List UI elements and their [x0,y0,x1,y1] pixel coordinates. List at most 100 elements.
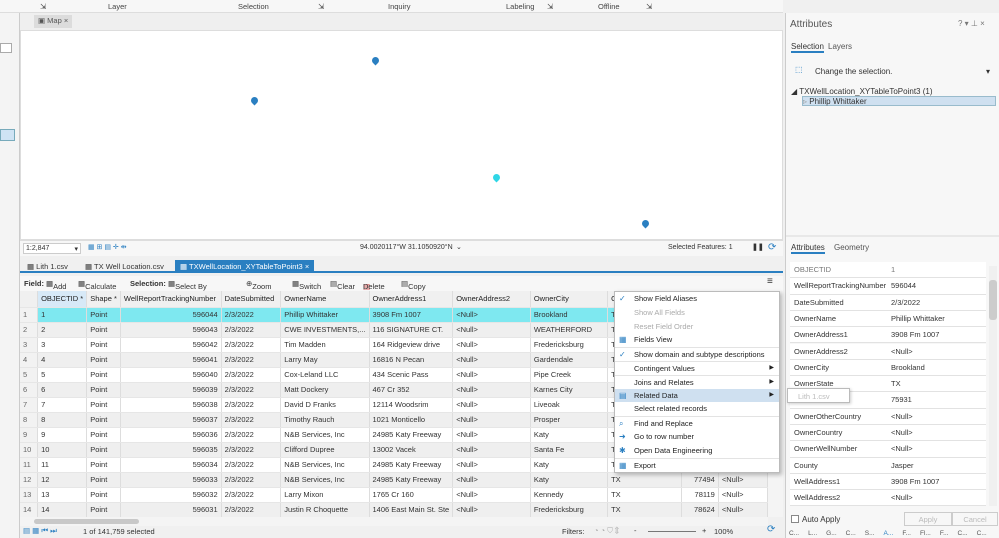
attribute-value[interactable]: 1 [891,262,895,278]
table-cell[interactable]: <Null> [452,382,531,398]
table-cell[interactable]: <Null> [452,472,531,488]
navigation-tools-icons[interactable]: ▦ ⊞ ▤ ✛ ⇹ [88,243,127,251]
table-cell[interactable]: 3908 Fm 1007 [369,307,454,323]
scrollbar-thumb[interactable] [989,280,997,320]
table-cell[interactable]: Brookland [530,307,609,323]
change-selection-dropdown[interactable]: Change the selection. [815,67,892,76]
table-cell[interactable]: N&B Services, Inc [280,427,370,443]
attribute-value[interactable]: <Null> [891,441,913,457]
table-cell[interactable]: Karnes City [530,382,609,398]
table-cell[interactable]: Fredericksburg [530,337,609,353]
zoom-in-button[interactable]: + [702,526,706,535]
table-cell[interactable]: 77494 [681,472,719,488]
attribute-row[interactable]: County Jasper [790,457,986,474]
row-number[interactable]: 12 [20,472,39,488]
table-cell[interactable]: 467 Cr 352 [369,382,454,398]
column-header[interactable]: OwnerName [280,291,370,308]
add-field-button[interactable]: ▦ Add [46,279,66,291]
select-by-attributes-button[interactable]: ▦ Select By Attributes [168,279,207,300]
table-cell[interactable]: 596042 [120,337,222,353]
submenu-item-lith-csv[interactable]: Lith 1.csv [787,388,850,403]
map-point-marker[interactable] [249,95,260,106]
attribute-value[interactable]: TX [891,376,901,392]
horizontal-scrollbar[interactable] [20,517,768,526]
attribute-row[interactable]: WellAddress1 3908 Fm 1007 [790,473,986,491]
pause-icon[interactable]: ❚❚ [752,243,764,251]
fields-scrollbar[interactable] [989,266,997,506]
table-cell[interactable]: Point [86,322,121,338]
pane-tab[interactable]: A... [884,530,894,537]
row-number[interactable]: 2 [20,322,39,338]
table-cell[interactable]: 9 [37,427,88,443]
table-cell[interactable]: Katy [530,472,609,488]
splitter[interactable] [786,235,999,237]
table-cell[interactable]: 24985 Katy Freeway [369,427,454,443]
table-cell[interactable]: David D Franks [280,397,370,413]
launcher-icon[interactable]: ⇲ [40,2,46,11]
attribute-row[interactable]: OwnerOtherCountry <Null> [790,408,986,425]
refresh-icon[interactable]: ⟳ [768,242,776,253]
pane-tab[interactable]: C... [789,530,799,537]
chevron-down-icon[interactable]: ⌄ [456,243,462,251]
table-cell[interactable]: 2/3/2022 [221,307,282,323]
filter-icons[interactable]: ◔ ◔ ⛉ ⇕ [594,526,619,536]
menu-item[interactable]: ✱ Open Data Engineering [615,444,779,458]
table-cell[interactable]: 596044 [120,307,222,323]
table-cell[interactable]: 596041 [120,352,222,368]
menu-item[interactable]: Joins and Relates ▶ [615,374,779,389]
pane-tab[interactable]: Fl... [920,530,931,537]
zoom-to-button[interactable]: ⊕ Zoom To [246,279,271,300]
table-cell[interactable]: <Null> [452,322,531,338]
attribute-value[interactable]: 596044 [891,278,916,294]
table-cell[interactable]: Point [86,472,121,488]
table-cell[interactable]: 78119 [681,487,719,503]
table-cell[interactable]: 596039 [120,382,222,398]
table-cell[interactable]: 2/3/2022 [221,412,282,428]
tab-layers[interactable]: Layers [828,42,852,51]
row-number[interactable]: 10 [20,442,39,458]
column-header[interactable]: DateSubmitted [221,291,282,308]
table-cell[interactable]: <Null> [718,487,768,503]
attribute-row[interactable]: OwnerWellNumber <Null> [790,441,986,458]
table-cell[interactable]: Point [86,382,121,398]
switch-button[interactable]: ▦ Switch [292,279,321,291]
menu-item[interactable]: Show All Fields [615,306,779,320]
feature-node[interactable]: ▹ Phillip Whittaker [802,96,996,106]
table-cell[interactable]: 2/3/2022 [221,442,282,458]
table-view-icons[interactable]: ▤ ▦ ⏮ ⏭ [23,526,57,536]
table-cell[interactable]: Point [86,457,121,473]
pane-tab[interactable]: F... [902,530,911,537]
table-cell[interactable]: Larry Mixon [280,487,370,503]
table-cell[interactable]: <Null> [452,412,531,428]
chevron-down-icon[interactable]: ▾ [986,67,990,76]
table-cell[interactable]: 596033 [120,472,222,488]
table-cell[interactable]: Point [86,442,121,458]
menu-item[interactable]: Select related records [615,402,779,416]
launcher-icon[interactable]: ⇲ [318,2,324,11]
table-cell[interactable]: <Null> [452,427,531,443]
table-row[interactable]: 12 12 Point 596033 2/3/2022 N&B Services, Inc… [20,472,768,488]
table-cell[interactable]: 2/3/2022 [221,367,282,383]
table-cell[interactable]: TX [607,502,683,517]
table-cell[interactable]: N&B Services, Inc [280,457,370,473]
table-cell[interactable]: 116 SIGNATURE CT. [369,322,454,338]
table-cell[interactable]: 596035 [120,442,222,458]
table-cell[interactable]: Point [86,307,121,323]
attribute-value[interactable]: 75931 [891,392,912,408]
table-cell[interactable]: 2/3/2022 [221,427,282,443]
pane-tab[interactable]: L... [808,530,817,537]
table-cell[interactable]: 2/3/2022 [221,397,282,413]
attribute-value[interactable]: <Null> [891,344,913,360]
menu-item[interactable]: ▤ Related Data ▶ [615,388,779,403]
table-cell[interactable]: 8 [37,412,88,428]
table-cell[interactable]: Katy [530,457,609,473]
table-cell[interactable]: WEATHERFORD [530,322,609,338]
table-cell[interactable]: Tim Madden [280,337,370,353]
tab-tx-well-location-csv[interactable]: ▦ TX Well Location.csv [80,260,169,273]
attribute-row[interactable]: OwnerName Phillip Whittaker [790,310,986,328]
table-cell[interactable]: <Null> [452,352,531,368]
table-cell[interactable]: 2/3/2022 [221,337,282,353]
table-cell[interactable]: <Null> [718,472,768,488]
tab-lith-csv[interactable]: ▦ Lith 1.csv [22,260,73,273]
table-cell[interactable]: 2 [37,322,88,338]
